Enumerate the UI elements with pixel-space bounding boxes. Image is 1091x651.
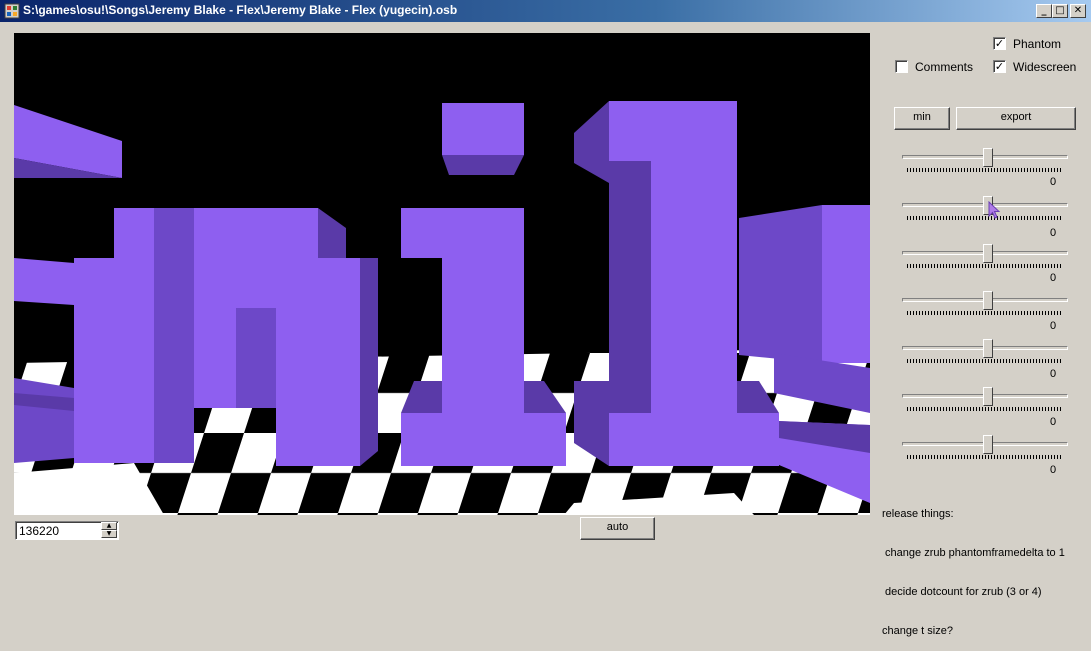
slider-5[interactable] xyxy=(902,339,1068,374)
auto-button[interactable]: auto xyxy=(580,517,655,540)
slider-4-value: 0 xyxy=(1050,320,1057,332)
slider-ticks xyxy=(907,455,1063,459)
slider-thumb[interactable] xyxy=(983,339,993,358)
export-button[interactable]: export xyxy=(956,107,1076,130)
mouse-cursor-icon xyxy=(988,201,1001,219)
slider-7-value: 0 xyxy=(1050,464,1057,476)
letter-block xyxy=(609,161,651,413)
slider-ticks xyxy=(907,359,1063,363)
slider-3[interactable] xyxy=(902,244,1068,279)
letter-block xyxy=(276,258,360,466)
minimize-window-button[interactable]: _ xyxy=(1036,4,1052,18)
slider-4[interactable] xyxy=(902,291,1068,326)
close-icon: ✕ xyxy=(1073,5,1083,16)
letter-block xyxy=(236,308,276,408)
maximize-window-button[interactable]: □ xyxy=(1052,4,1068,18)
slider-thumb[interactable] xyxy=(983,244,993,263)
letter-block xyxy=(609,413,779,466)
letter-block xyxy=(442,103,524,155)
storyboard-preview[interactable] xyxy=(14,33,870,515)
letter-block xyxy=(194,208,236,408)
letter-block xyxy=(822,205,870,363)
checkmark-icon: ✓ xyxy=(994,60,1005,73)
slider-3-value: 0 xyxy=(1050,272,1057,284)
min-button[interactable]: min xyxy=(894,107,950,130)
slider-ticks xyxy=(907,311,1063,315)
slider-ticks xyxy=(907,216,1063,220)
preview-scene xyxy=(14,33,870,515)
comments-label: Comments xyxy=(915,60,974,74)
letter-block xyxy=(739,205,822,363)
letter-block xyxy=(74,258,154,463)
checkmark-icon: ✓ xyxy=(994,37,1005,50)
slider-thumb[interactable] xyxy=(983,148,993,167)
widescreen-label: Widescreen xyxy=(1013,60,1077,74)
minimize-icon: _ xyxy=(1041,5,1047,16)
letter-block xyxy=(14,258,74,305)
slider-ticks xyxy=(907,407,1063,411)
slider-ticks xyxy=(907,168,1063,172)
slider-1-value: 0 xyxy=(1050,176,1057,188)
notes-line: change t size? xyxy=(882,625,953,637)
close-window-button[interactable]: ✕ xyxy=(1070,4,1086,18)
letter-block xyxy=(14,378,74,463)
down-arrow-icon: ▼ xyxy=(106,530,112,537)
widescreen-checkbox[interactable]: ✓ xyxy=(993,60,1006,73)
slider-thumb[interactable] xyxy=(983,435,993,454)
maximize-icon: □ xyxy=(1055,5,1065,16)
window-title: S:\games\osu!\Songs\Jeremy Blake - Flex\… xyxy=(23,3,458,17)
letter-block xyxy=(360,258,378,466)
app-icon[interactable] xyxy=(4,3,20,19)
slider-thumb[interactable] xyxy=(983,291,993,310)
release-notes: release things: change zrub phantomframe… xyxy=(882,482,1065,651)
spin-up-button[interactable]: ▲ xyxy=(101,522,117,530)
slider-1[interactable] xyxy=(902,148,1068,183)
slider-6[interactable] xyxy=(902,387,1068,422)
slider-2[interactable] xyxy=(902,196,1068,231)
phantom-checkbox[interactable]: ✓ xyxy=(993,37,1006,50)
phantom-label: Phantom xyxy=(1013,37,1062,51)
slider-2-value: 0 xyxy=(1050,227,1057,239)
letter-block xyxy=(442,155,524,175)
comments-checkbox[interactable] xyxy=(895,60,908,73)
up-arrow-icon: ▲ xyxy=(106,522,112,529)
slider-thumb[interactable] xyxy=(983,387,993,406)
time-spinner[interactable]: ▲ ▼ xyxy=(15,521,119,540)
letter-block xyxy=(154,208,194,463)
spin-down-button[interactable]: ▼ xyxy=(101,530,117,538)
time-input[interactable] xyxy=(19,523,99,538)
letter-block xyxy=(651,101,737,466)
slider-5-value: 0 xyxy=(1050,368,1057,380)
notes-line: decide dotcount for zrub (3 or 4) xyxy=(882,586,1042,598)
letter-block xyxy=(401,413,566,466)
slider-ticks xyxy=(907,264,1063,268)
notes-line: release things: xyxy=(882,508,954,520)
notes-line: change zrub phantomframedelta to 1 xyxy=(882,547,1065,559)
slider-7[interactable] xyxy=(902,435,1068,470)
slider-6-value: 0 xyxy=(1050,416,1057,428)
title-bar[interactable]: S:\games\osu!\Songs\Jeremy Blake - Flex\… xyxy=(0,0,1091,22)
